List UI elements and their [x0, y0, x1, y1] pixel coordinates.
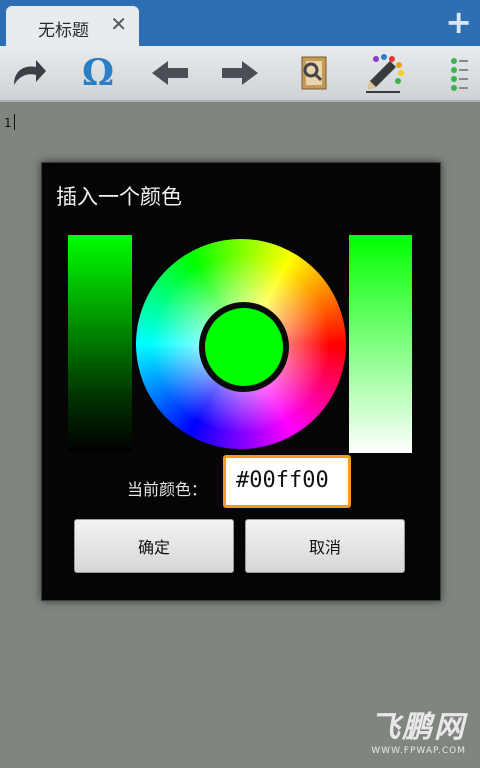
line-number: 1 [4, 116, 12, 130]
selected-color-swatch [199, 302, 289, 392]
saturation-slider[interactable] [349, 235, 412, 453]
tab-title: 无标题 [38, 21, 89, 41]
watermark: 飞鹏网 WWW.FPWAP.COM [370, 702, 466, 756]
hex-color-input[interactable]: #00ff00 [223, 455, 351, 508]
insert-color-dialog: 插入一个颜色 当前颜色： #00ff00 确定 取消 [41, 162, 441, 601]
back-button[interactable] [148, 52, 192, 94]
arrow-right-icon [222, 61, 258, 85]
tab-bar: 无标题 ✕ + [0, 0, 480, 46]
toolbar: Ω [0, 46, 480, 102]
close-icon[interactable]: ✕ [110, 12, 127, 36]
brightness-slider[interactable] [68, 235, 132, 451]
cancel-button[interactable]: 取消 [245, 519, 405, 573]
current-color-label: 当前颜色： [127, 480, 208, 499]
watermark-brand: 飞鹏网 [370, 710, 466, 745]
more-menu-button[interactable] [440, 52, 476, 94]
redo-button[interactable] [6, 52, 50, 94]
tab-untitled[interactable]: 无标题 ✕ [6, 6, 139, 46]
text-caret [14, 114, 15, 130]
palette-pencil-icon [366, 54, 404, 93]
color-picker-button[interactable] [362, 52, 406, 94]
add-tab-icon[interactable]: + [445, 4, 472, 40]
arrow-left-icon [152, 61, 188, 85]
redo-icon [14, 60, 46, 85]
list-menu-icon [451, 58, 468, 91]
dialog-title: 插入一个颜色 [56, 185, 182, 209]
folder-search-icon [301, 56, 327, 90]
watermark-url: WWW.FPWAP.COM [371, 746, 466, 756]
open-file-button[interactable] [292, 52, 336, 94]
ok-button[interactable]: 确定 [74, 519, 234, 573]
omega-icon: Ω [81, 52, 115, 94]
forward-button[interactable] [218, 52, 262, 94]
insert-symbol-button[interactable]: Ω [76, 52, 120, 94]
